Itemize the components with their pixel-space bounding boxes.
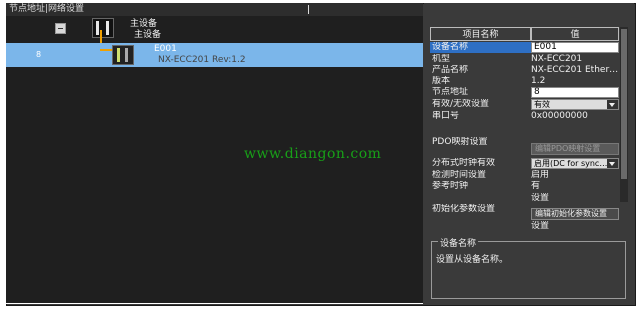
column-header-name: 项目名称	[430, 27, 531, 41]
device-name-input[interactable]: E001	[531, 42, 619, 53]
chevron-down-icon[interactable]	[607, 100, 618, 109]
properties-panel: 项目名称 值 设备名称 E001 机型 NX-ECC201 产品名称 NX-EC…	[424, 3, 634, 304]
dc-select[interactable]: 启用(DC for sync…	[531, 158, 619, 169]
edit-pdo-button[interactable]: 编辑PDO映射设置	[531, 143, 619, 155]
description-title: 设备名称	[438, 236, 479, 249]
watermark: www.diangon.com	[244, 146, 382, 162]
description-text: 设置从设备名称。	[436, 255, 509, 265]
chevron-down-icon[interactable]	[607, 159, 618, 168]
panel-title: 节点地址|网络设置	[6, 3, 423, 16]
column-header-value: 值	[531, 27, 619, 41]
text-cursor	[308, 5, 309, 14]
enable-select[interactable]: 有效	[531, 99, 619, 110]
properties-scrollbar[interactable]	[620, 27, 628, 202]
node-address-input[interactable]: 8	[531, 87, 619, 98]
slave-device-icon	[112, 45, 134, 65]
properties-header: 项目名称 值	[430, 27, 619, 41]
slave-device-name: E001	[154, 44, 177, 54]
scrollbar-thumb[interactable]	[621, 29, 627, 179]
description-box: 设备名称 设置从设备名称。	[431, 236, 626, 299]
node-address: 8	[36, 50, 42, 59]
master-device-row[interactable]: 主设备 主设备	[6, 16, 423, 42]
slave-device-model: NX-ECC201 Rev:1.2	[158, 55, 246, 65]
master-device-label: 主设备 主设备	[130, 19, 162, 40]
master-device-icon	[92, 18, 114, 38]
collapse-icon[interactable]	[55, 23, 66, 34]
edit-init-params-button[interactable]: 编辑初始化参数设置	[531, 208, 619, 220]
